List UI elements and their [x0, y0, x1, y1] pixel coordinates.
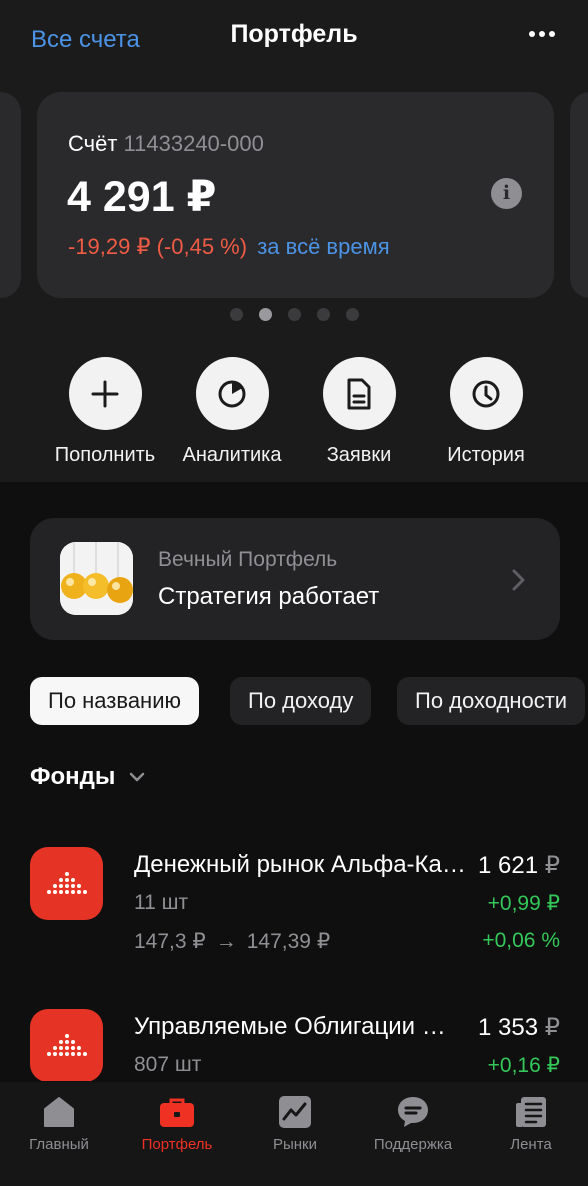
pager-dot-active[interactable] [258, 308, 272, 321]
alfa-capital-logo-icon [30, 847, 103, 920]
pager-dot[interactable] [229, 308, 243, 321]
info-icon[interactable]: i [491, 178, 522, 209]
fund-name: Денежный рынок Альфа-Капитал [134, 851, 476, 878]
fund-currency: ₽ [544, 852, 560, 879]
sort-by-name-chip[interactable]: По названию [30, 677, 199, 725]
home-icon [0, 1092, 118, 1132]
account-label: Счёт 11433240-000 [68, 131, 264, 157]
account-change-value: -19,29 ₽ (-0,45 %) [68, 234, 248, 259]
chat-bubble-icon [354, 1092, 472, 1132]
sort-chips: По названию По доходу По доходности [30, 677, 588, 725]
fund-price-from: 147,3 ₽ [134, 930, 206, 953]
tab-label: Портфель [141, 1136, 213, 1153]
fund-row[interactable]: Денежный рынок Альфа-Капитал 1 621 ₽ 11 … [0, 847, 588, 977]
section-title: Фонды [30, 763, 116, 790]
sort-by-income-chip[interactable]: По доходу [230, 677, 372, 725]
history-button[interactable]: История [426, 357, 546, 467]
fund-currency: ₽ [544, 1014, 560, 1041]
tab-home[interactable]: Главный [0, 1092, 118, 1153]
account-label-text: Счёт [68, 131, 118, 156]
chart-icon [236, 1092, 354, 1132]
orders-button[interactable]: Заявки [299, 357, 419, 467]
pager-dots [0, 308, 588, 321]
account-change: -19,29 ₽ (-0,45 %) за всё время [68, 234, 390, 260]
chevron-right-icon [510, 568, 526, 597]
fund-value-amount: 1 621 [477, 852, 539, 879]
fund-value: 1 353 ₽ [478, 1013, 560, 1042]
previous-account-card[interactable] [0, 92, 21, 298]
funds-section-header[interactable]: Фонды [30, 763, 145, 791]
tab-feed[interactable]: Лента [472, 1092, 588, 1153]
fund-quantity: 11 шт [134, 891, 189, 914]
fund-row[interactable]: Управляемые Облигации Альфа-Капитал 1 35… [0, 1009, 588, 1081]
topup-label: Пополнить [54, 444, 156, 466]
pager-dot[interactable] [345, 308, 359, 321]
top-area: Все счета Портфель Счёт 11433240-000 4 2… [0, 0, 588, 482]
news-feed-icon [472, 1092, 588, 1132]
fund-price-to: 147,39 ₽ [246, 930, 331, 953]
tab-markets[interactable]: Рынки [236, 1092, 354, 1153]
clock-icon [449, 357, 523, 430]
pager-dot[interactable] [316, 308, 330, 321]
newtons-cradle-image [60, 542, 133, 615]
fund-profit: +0,16 ₽ [487, 1054, 560, 1077]
fund-value: 1 621 ₽ [478, 851, 560, 880]
fund-value-amount: 1 353 [477, 1014, 539, 1041]
analytics-label: Аналитика [182, 444, 282, 466]
tab-support[interactable]: Поддержка [354, 1092, 472, 1153]
more-icon[interactable] [522, 20, 562, 48]
fund-yield: +0,06 % [482, 929, 560, 952]
account-period-link[interactable]: за всё время [257, 234, 389, 259]
strategy-title: Стратегия работает [158, 583, 380, 610]
topup-button[interactable]: Пополнить [45, 357, 165, 467]
tab-label: Поддержка [373, 1136, 453, 1153]
strategy-subtitle: Вечный Портфель [158, 548, 338, 571]
tab-label: Лента [510, 1136, 552, 1153]
fund-profit: +0,99 ₽ [487, 892, 560, 915]
fund-name: Управляемые Облигации Альфа-Капитал [134, 1013, 460, 1040]
account-card[interactable]: Счёт 11433240-000 4 291 ₽ -19,29 ₽ (-0,4… [37, 92, 554, 298]
pager-dot[interactable] [287, 308, 301, 321]
tab-portfolio[interactable]: Портфель [118, 1092, 236, 1153]
chevron-down-icon [130, 772, 145, 782]
tab-bar: Главный Портфель Рынки Поддержка Лента [0, 1082, 588, 1186]
arrow-right-icon: → [215, 930, 237, 953]
header: Все счета Портфель [0, 0, 588, 80]
tab-label: Рынки [272, 1136, 317, 1153]
account-number: 11433240-000 [123, 131, 264, 156]
fund-prices: 147,3 ₽ → 147,39 ₽ [134, 929, 330, 954]
tab-label: Главный [29, 1136, 89, 1153]
plus-icon [68, 357, 142, 430]
alfa-capital-logo-icon [30, 1009, 103, 1081]
history-label: История [447, 444, 525, 466]
analytics-button[interactable]: Аналитика [172, 357, 292, 467]
strategy-card[interactable]: Вечный Портфель Стратегия работает [30, 518, 560, 640]
sort-by-yield-chip[interactable]: По доходности [397, 677, 586, 725]
briefcase-icon [118, 1092, 236, 1132]
account-balance: 4 291 ₽ [67, 173, 217, 221]
fund-quantity: 807 шт [134, 1053, 202, 1076]
page-title: Портфель [230, 20, 358, 48]
document-icon [322, 357, 396, 430]
orders-label: Заявки [326, 444, 392, 466]
pie-chart-icon [195, 357, 269, 430]
next-account-card[interactable] [570, 92, 588, 298]
